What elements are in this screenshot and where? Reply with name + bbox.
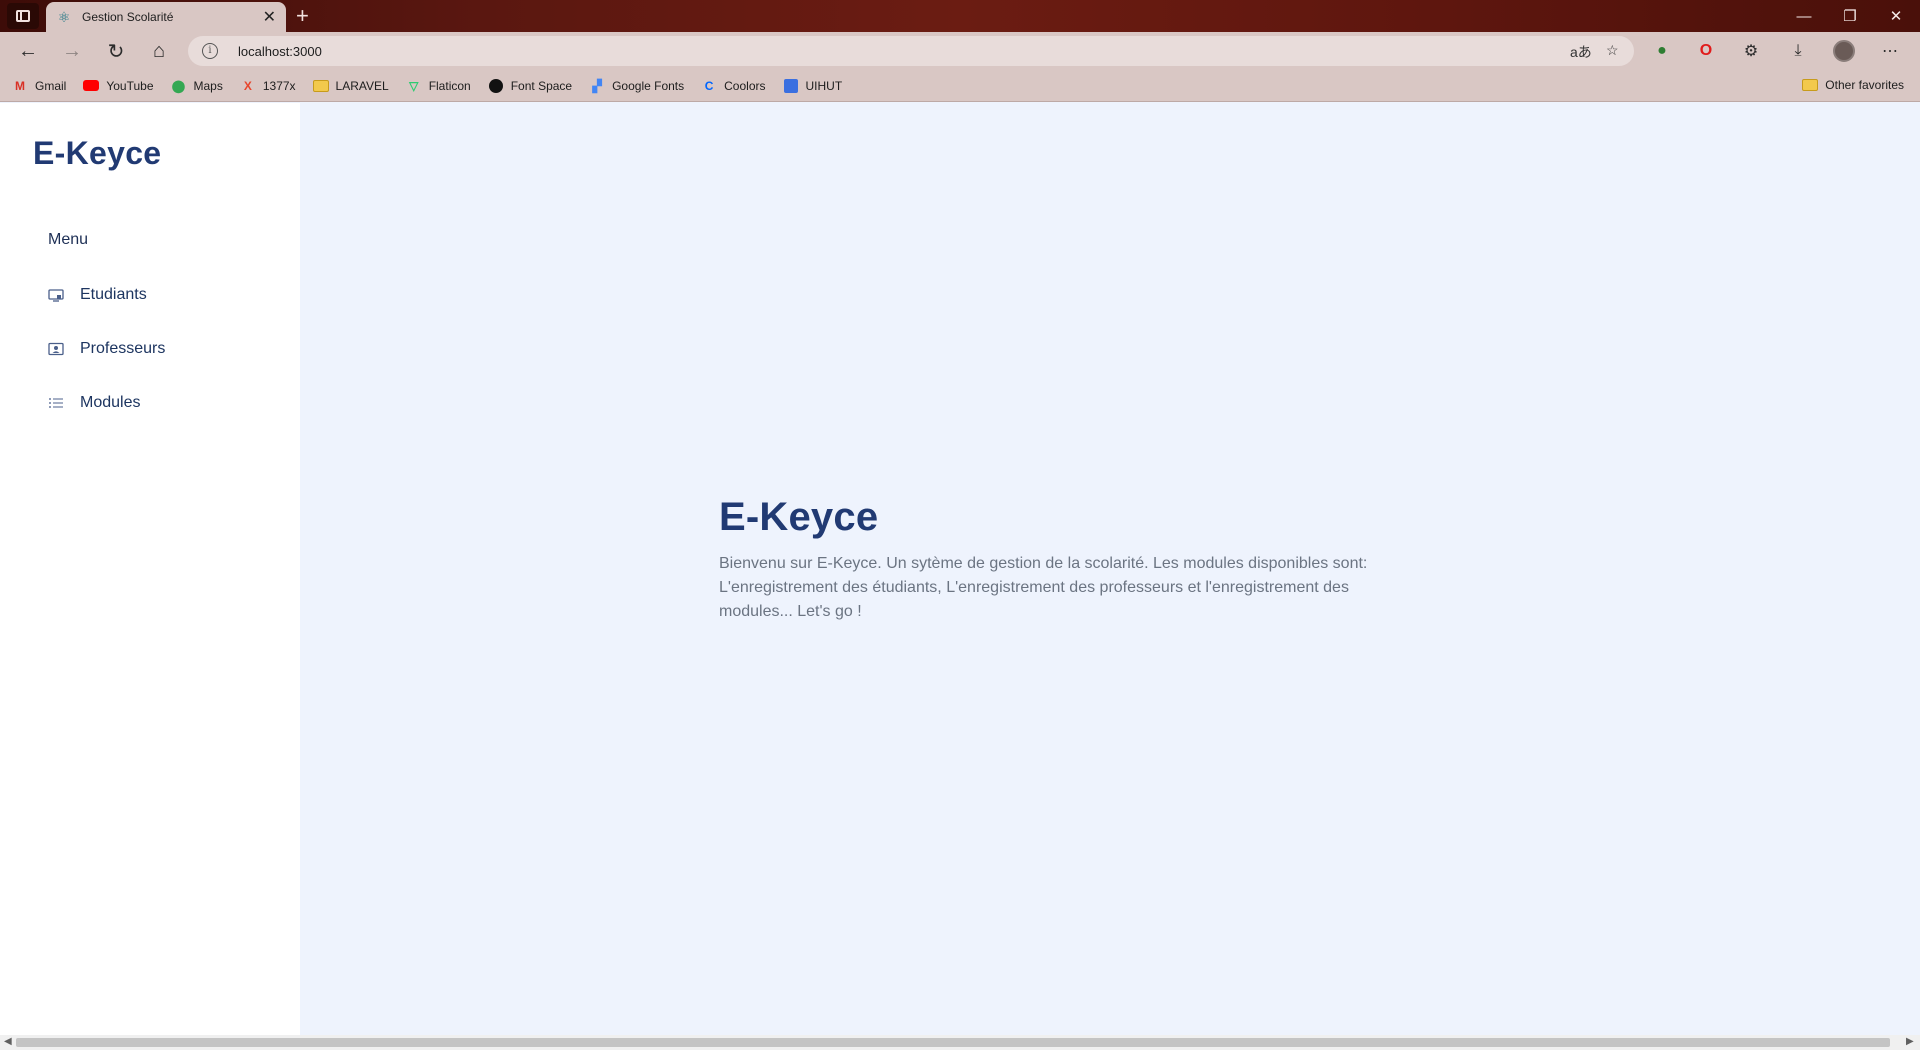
tab-actions-button[interactable] [7, 3, 39, 29]
scroll-right-arrow-icon[interactable]: ▶ [1906, 1036, 1914, 1047]
downloads-icon[interactable]: ⤓ [1784, 37, 1812, 65]
gmail-icon: M [15, 78, 25, 93]
bookmark-label: Google Fonts [612, 78, 685, 93]
react-favicon-icon: ⚛ [57, 9, 71, 25]
back-button[interactable]: ← [14, 37, 42, 65]
tab-actions-icon [16, 10, 30, 22]
teacher-id-card-icon [48, 342, 64, 356]
extensions-puzzle-icon[interactable]: ⚙ [1737, 37, 1765, 65]
page-title: E-Keyce [719, 495, 879, 539]
sidebar-brand[interactable]: E-Keyce [33, 135, 161, 172]
bookmark-label: Coolors [724, 78, 766, 93]
browser-toolbar: ← → ↻ ⌂ i localhost:3000 aあ ☆ ● O ⚙ ⤓ ⋯ [0, 32, 1920, 70]
forward-button[interactable]: → [58, 37, 86, 65]
youtube-icon [83, 78, 100, 94]
more-menu-icon[interactable]: ⋯ [1876, 37, 1904, 65]
refresh-button[interactable]: ↻ [102, 37, 130, 65]
main-content: E-Keyce Bienvenu sur E-Keyce. Un sytème … [300, 103, 1920, 1035]
bookmark-label: YouTube [106, 78, 154, 93]
other-favorites[interactable]: Other favorites [1802, 78, 1904, 92]
uihut-icon [783, 78, 799, 94]
read-aloud-icon[interactable]: aあ [1570, 42, 1592, 62]
bookmark-1377x[interactable]: X 1377x [240, 78, 296, 94]
folder-icon [312, 78, 329, 94]
bookmark-uihut[interactable]: UIHUT [783, 78, 843, 94]
bookmark-youtube[interactable]: YouTube [83, 78, 154, 94]
minimize-button[interactable]: — [1781, 0, 1827, 32]
home-button[interactable]: ⌂ [145, 37, 173, 65]
bookmark-coolors[interactable]: C Coolors [701, 78, 766, 94]
site-info-icon[interactable]: i [202, 43, 218, 59]
bookmark-label: Gmail [35, 78, 67, 93]
scroll-left-arrow-icon[interactable]: ◀ [4, 1036, 12, 1047]
student-screen-icon [48, 288, 64, 302]
browser-titlebar: ⚛ Gestion Scolarité ✕ + — ❐ ✕ [0, 0, 1920, 32]
browser-tab-active[interactable]: ⚛ Gestion Scolarité ✕ [46, 2, 286, 32]
profile-avatar[interactable] [1830, 37, 1858, 65]
other-favorites-label: Other favorites [1825, 78, 1904, 92]
horizontal-scrollbar[interactable]: ◀ ▶ [0, 1035, 1920, 1050]
sidebar: E-Keyce Menu Etudiants Professeurs Modul… [0, 103, 300, 1035]
google-fonts-icon: ▞ [592, 78, 602, 93]
bookmark-label: Maps [193, 78, 223, 93]
bookmark-flaticon[interactable]: ▽ Flaticon [406, 78, 471, 94]
extension-globe-icon[interactable]: ● [1648, 37, 1676, 65]
close-window-button[interactable]: ✕ [1873, 0, 1919, 32]
new-tab-button[interactable]: + [296, 3, 309, 29]
opera-extension-icon[interactable]: O [1692, 37, 1720, 65]
bookmarks-bar: M Gmail YouTube ⬤ Maps X 1377x LARAVEL ▽… [0, 70, 1920, 102]
address-url[interactable]: localhost:3000 [238, 44, 322, 59]
bookmark-label: LARAVEL [335, 78, 389, 93]
welcome-description: Bienvenu sur E-Keyce. Un sytème de gesti… [719, 555, 1368, 620]
tab-title: Gestion Scolarité [82, 10, 174, 24]
bookmark-laravel-folder[interactable]: LARAVEL [312, 78, 389, 94]
sidebar-item-label: Etudiants [80, 286, 147, 303]
bookmark-font-space[interactable]: Font Space [488, 78, 572, 94]
1377x-icon: X [243, 78, 252, 93]
sidebar-item-modules[interactable]: Modules [48, 391, 140, 415]
sidebar-item-etudiants[interactable]: Etudiants [48, 283, 147, 307]
address-bar[interactable]: i localhost:3000 aあ ☆ [188, 36, 1634, 66]
welcome-section: E-Keyce Bienvenu sur E-Keyce. Un sytème … [719, 495, 1379, 624]
fontspace-icon [488, 78, 504, 94]
bookmark-google-fonts[interactable]: ▞ Google Fonts [589, 78, 684, 94]
favorite-star-icon[interactable]: ☆ [1606, 42, 1619, 59]
sidebar-item-label: Modules [80, 394, 141, 411]
sidebar-item-professeurs[interactable]: Professeurs [48, 337, 165, 361]
bookmark-maps[interactable]: ⬤ Maps [171, 78, 223, 94]
sidebar-item-label: Professeurs [80, 340, 166, 357]
bookmark-label: 1377x [262, 78, 296, 93]
restore-button[interactable]: ❐ [1827, 0, 1873, 32]
folder-icon [1802, 79, 1819, 91]
list-icon [48, 396, 64, 410]
menu-heading: Menu [48, 231, 89, 248]
bookmark-label: Flaticon [428, 78, 471, 93]
bookmark-label: UIHUT [805, 78, 843, 93]
bookmark-label: Font Space [510, 78, 573, 93]
flaticon-icon: ▽ [409, 78, 419, 93]
scrollbar-thumb[interactable] [16, 1038, 1890, 1047]
tab-close-icon[interactable]: ✕ [263, 7, 276, 27]
maps-icon: ⬤ [171, 78, 186, 93]
coolors-icon: C [704, 78, 714, 93]
bookmark-gmail[interactable]: M Gmail [12, 78, 66, 94]
